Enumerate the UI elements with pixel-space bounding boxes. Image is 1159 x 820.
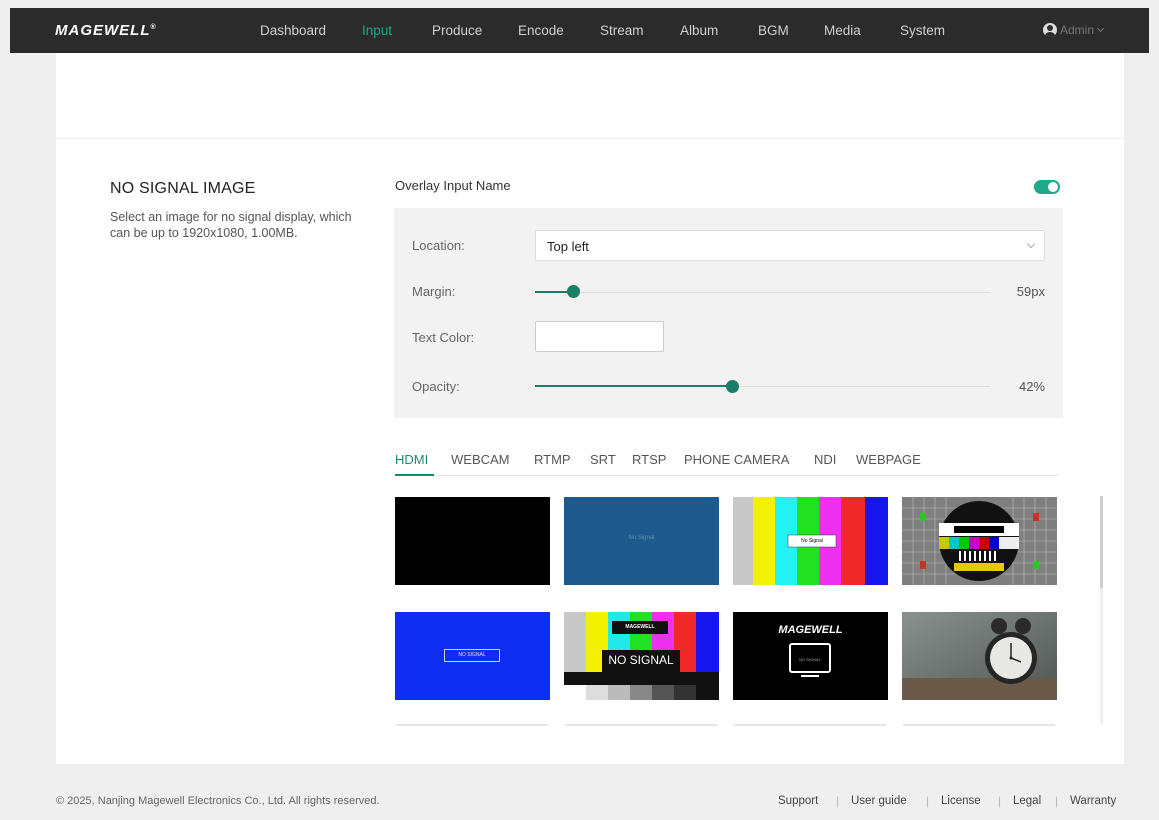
footer-copyright: © 2025, Nanjing Magewell Electronics Co.… [56, 795, 380, 807]
test-card-image [902, 497, 1057, 585]
overlay-input-name-label: Overlay Input Name [395, 178, 511, 193]
tab-phone-camera[interactable]: PHONE CAMERA [684, 452, 789, 467]
footer-separator: | [1055, 794, 1059, 808]
location-value: Top left [547, 239, 589, 254]
margin-slider-handle[interactable] [567, 285, 580, 298]
opacity-value: 42% [1018, 379, 1045, 394]
text-color-label: Text Color: [412, 330, 475, 345]
thumbnail-bars-magewell[interactable]: MAGEWELL NO SIGNAL [564, 612, 719, 700]
user-name: Admin [1060, 23, 1095, 37]
location-label: Location: [412, 238, 465, 253]
thumbnail-text: No Signal [801, 538, 823, 544]
thumbnail-partial [565, 724, 717, 726]
overlay-input-name-toggle[interactable] [1034, 180, 1060, 194]
thumbnail-scrollbar-thumb[interactable] [1100, 496, 1103, 588]
section-description: Select an image for no signal display, w… [110, 210, 352, 240]
tab-srt[interactable]: SRT [590, 452, 616, 467]
active-tab-indicator [395, 474, 434, 476]
thumbnail-text: NO SIGNAL [799, 657, 821, 662]
magewell-logo[interactable]: MAGEWELL® [55, 22, 157, 39]
section-title: NO SIGNAL IMAGE [110, 180, 256, 197]
footer-separator: | [998, 794, 1002, 808]
thumbnail-text: No Signal [628, 535, 655, 541]
chevron-down-icon [1026, 239, 1036, 249]
tab-rtmp[interactable]: RTMP [534, 452, 571, 467]
footer-link-user-guide[interactable]: User guide [851, 795, 907, 807]
footer-link-support[interactable]: Support [778, 795, 818, 807]
margin-value: 59px [1016, 284, 1045, 299]
thumbnail-partial [903, 724, 1055, 726]
thumbnail-black[interactable] [395, 497, 550, 585]
thumbnail-alarm-clock[interactable] [902, 612, 1057, 700]
thumbnail-brand: MAGEWELL [625, 624, 655, 630]
footer-link-license[interactable]: License [941, 795, 981, 807]
tab-divider [395, 475, 1059, 476]
location-select[interactable]: Top left [535, 230, 1045, 261]
tab-ndi[interactable]: NDI [814, 452, 836, 467]
margin-label: Margin: [412, 284, 456, 299]
opacity-slider-handle[interactable] [726, 380, 739, 393]
alarm-clock-image [902, 612, 1057, 700]
thumbnail-text: NO SIGNAL [608, 653, 674, 667]
nav-dashboard[interactable]: Dashboard [260, 8, 326, 53]
thumbnail-color-bars[interactable]: No Signal [733, 497, 888, 585]
user-menu[interactable]: Admin [1043, 23, 1105, 37]
nav-media[interactable]: Media [824, 8, 861, 53]
text-color-picker[interactable] [535, 321, 664, 352]
tab-hdmi[interactable]: HDMI [395, 452, 428, 467]
nav-system[interactable]: System [900, 8, 945, 53]
top-nav-bar: MAGEWELL® Dashboard Input Produce Encode… [10, 8, 1149, 53]
footer-separator: | [836, 794, 840, 808]
thumbnail-blue-no-signal[interactable]: No Signal [564, 497, 719, 585]
footer-link-warranty[interactable]: Warranty [1070, 795, 1116, 807]
thumbnail-partial [396, 724, 548, 726]
nav-album[interactable]: Album [680, 8, 718, 53]
margin-slider-track[interactable] [535, 292, 990, 293]
thumbnail-brand: MAGEWELL [778, 624, 843, 636]
thumbnail-magewell-black[interactable]: MAGEWELL NO SIGNAL [733, 612, 888, 700]
footer-link-legal[interactable]: Legal [1013, 795, 1041, 807]
nav-stream[interactable]: Stream [600, 8, 644, 53]
opacity-slider-fill [535, 385, 732, 387]
nav-encode[interactable]: Encode [518, 8, 564, 53]
thumbnail-test-card[interactable] [902, 497, 1057, 585]
nav-produce[interactable]: Produce [432, 8, 482, 53]
thumbnail-text: NO SIGNAL [444, 649, 500, 662]
nav-input[interactable]: Input [362, 8, 392, 53]
tab-webpage[interactable]: WEBPAGE [856, 452, 921, 467]
chevron-down-icon [1096, 24, 1105, 33]
nav-bgm[interactable]: BGM [758, 8, 789, 53]
opacity-label: Opacity: [412, 379, 460, 394]
monitor-stand [801, 675, 819, 677]
tab-webcam[interactable]: WEBCAM [451, 452, 510, 467]
thumbnail-partial [734, 724, 886, 726]
thumbnail-blue-box[interactable]: NO SIGNAL [395, 612, 550, 700]
top-panel [56, 53, 1124, 138]
tab-rtsp[interactable]: RTSP [632, 452, 666, 467]
user-icon [1043, 23, 1057, 37]
footer-separator: | [926, 794, 930, 808]
